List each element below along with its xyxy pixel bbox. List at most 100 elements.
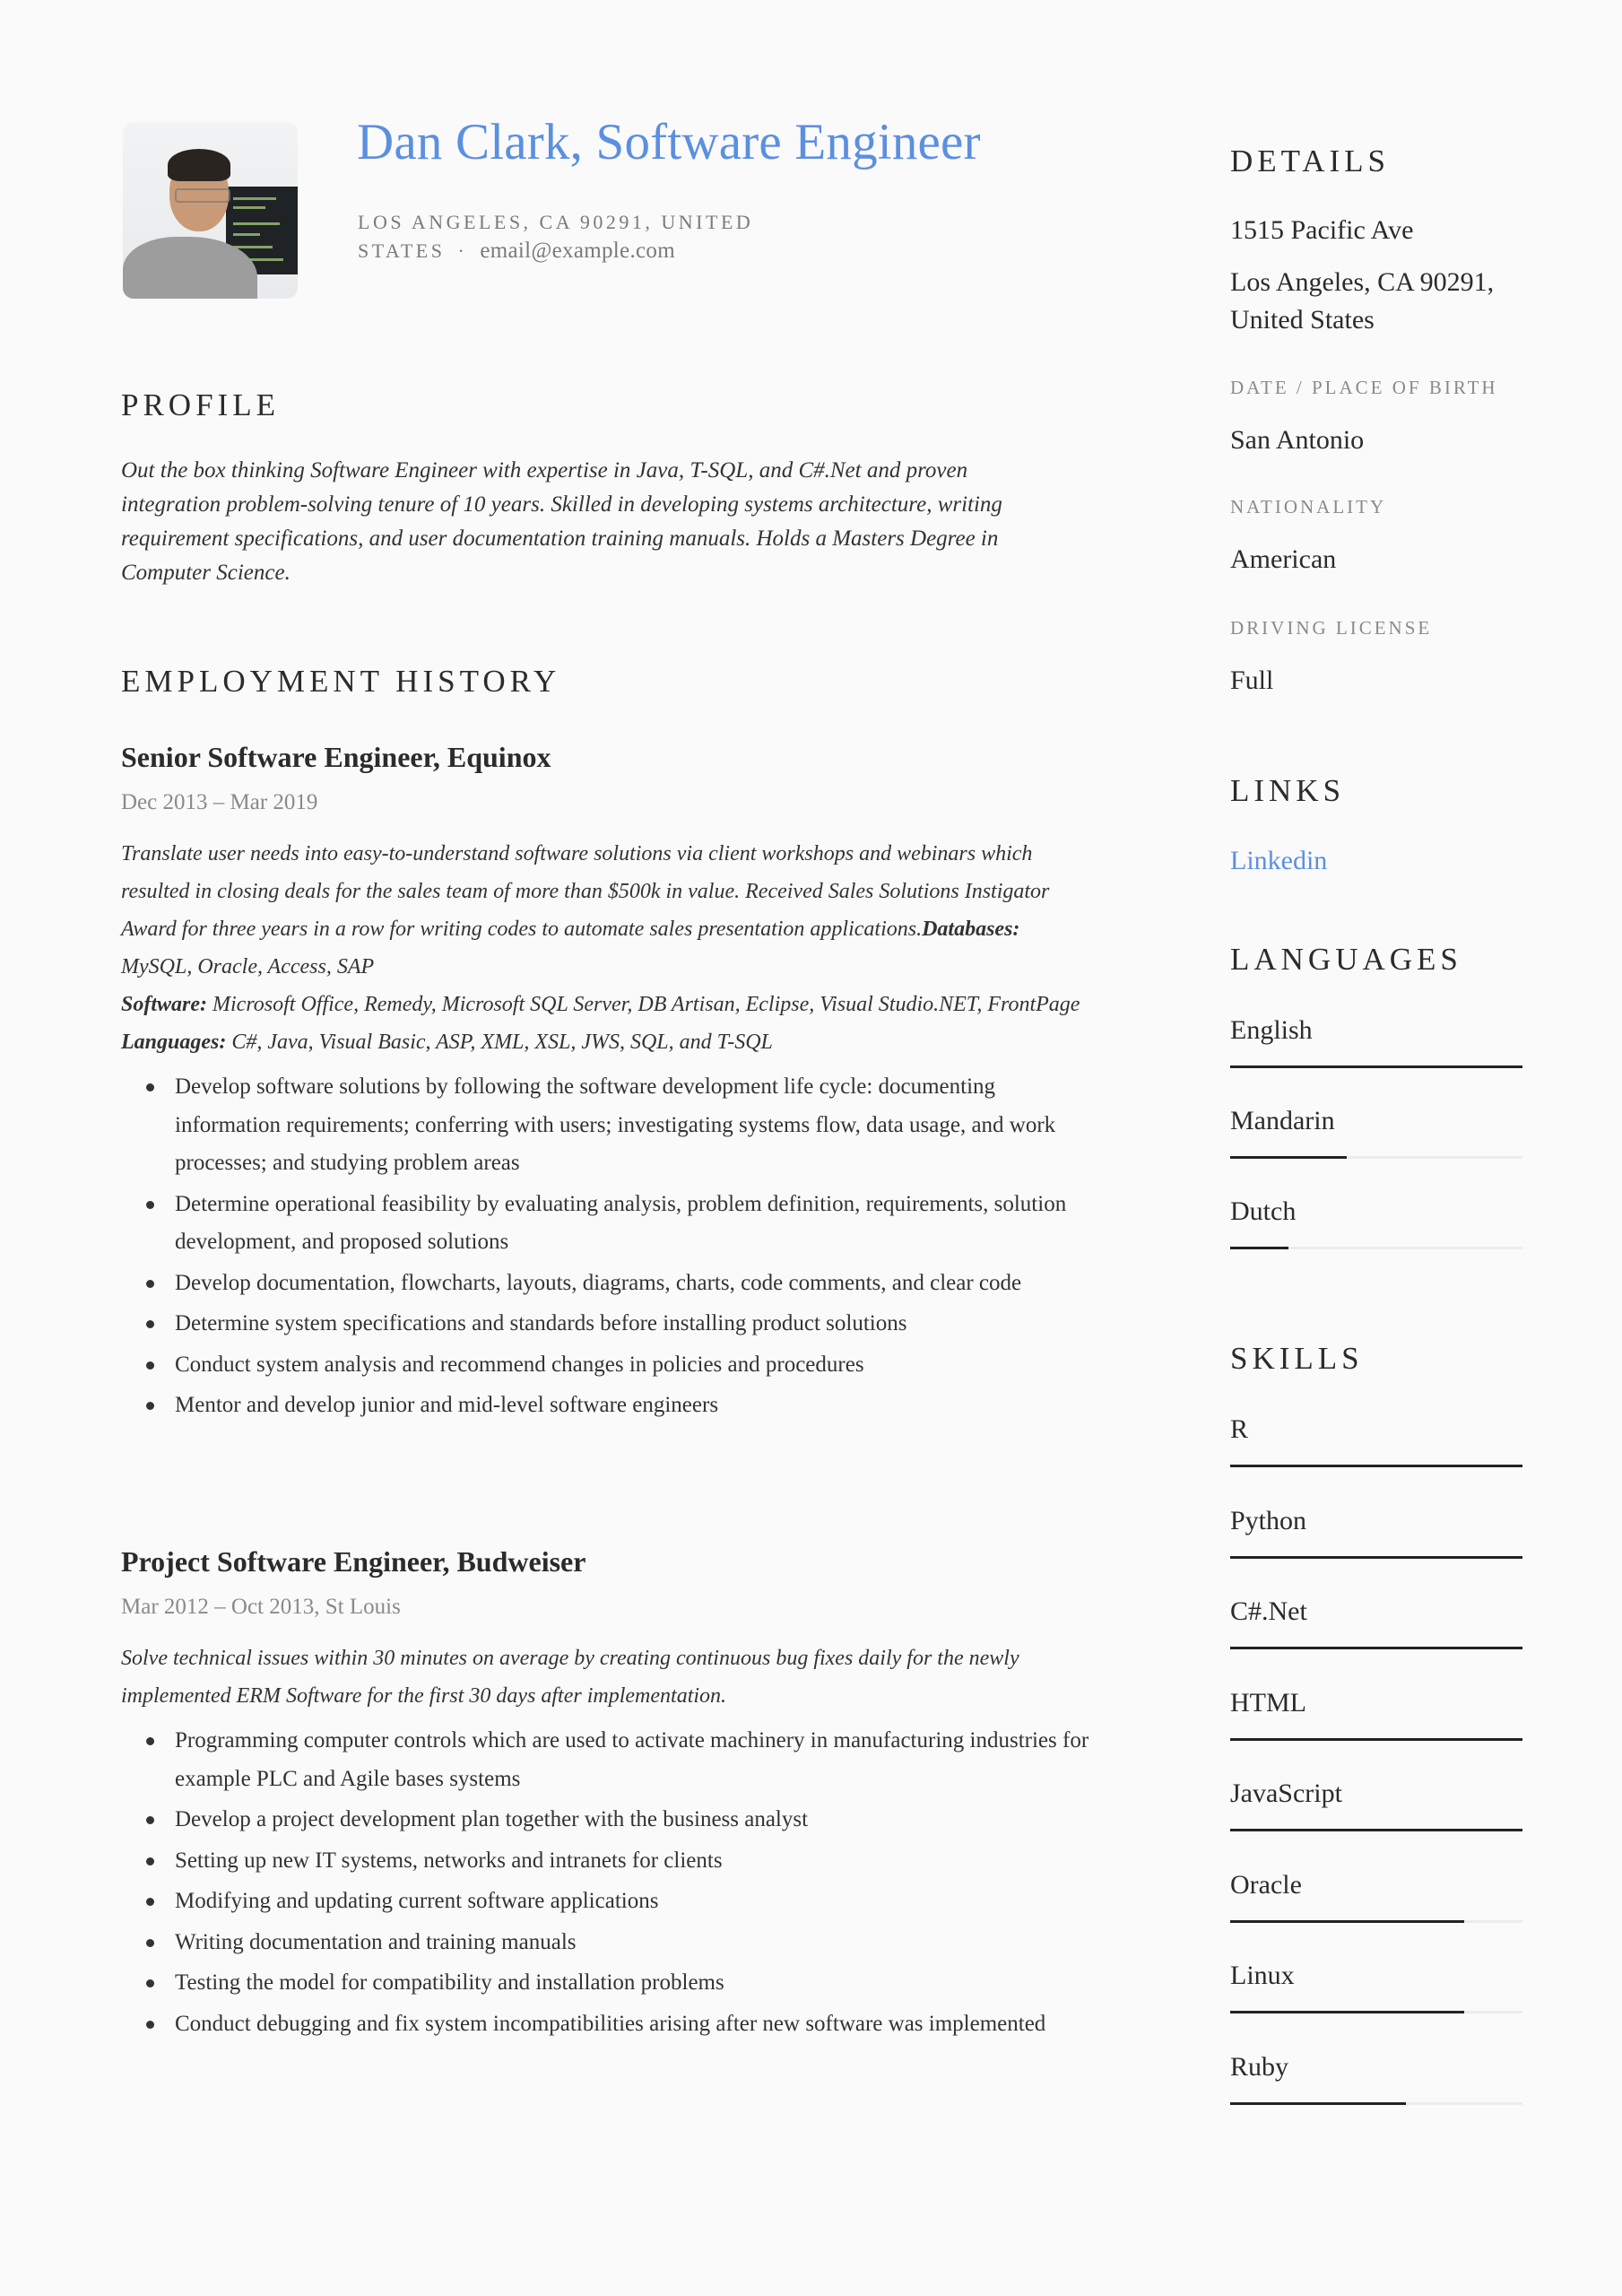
license-value: Full xyxy=(1230,665,1274,695)
skill-item: Oracle xyxy=(1230,1868,1522,1923)
skill-level-bar xyxy=(1230,1737,1522,1741)
skill-level-bar xyxy=(1230,1829,1522,1831)
skill-item: Ruby xyxy=(1230,2050,1522,2105)
skill-level-track xyxy=(1230,1465,1522,1467)
skill-level-bar xyxy=(1230,2011,1464,2013)
skill-level-bar xyxy=(1230,1555,1522,1559)
skill-level-bar xyxy=(1230,1465,1522,1467)
skill-level-bar xyxy=(1230,1647,1522,1649)
job-description: Solve technical issues within 30 minutes… xyxy=(121,1647,1019,1708)
job-bullet-list: Programming computer controls which are … xyxy=(121,1722,1089,2043)
skill-item: Linux xyxy=(1230,1959,1522,2013)
person-glasses xyxy=(175,188,230,203)
details-street: 1515 Pacific Ave xyxy=(1230,215,1414,245)
language-name: Dutch xyxy=(1230,1196,1297,1226)
list-item: Conduct debugging and fix system incompa… xyxy=(146,2005,1089,2044)
list-item: Develop software solutions by following … xyxy=(146,1068,1089,1183)
skill-level-track xyxy=(1230,2011,1522,2013)
email-link[interactable]: email@example.com xyxy=(480,239,675,263)
page-title: Dan Clark, Software Engineer xyxy=(357,114,981,170)
job-title: Project Software Engineer, Budweiser xyxy=(121,1545,586,1578)
birth-label: DATE / PLACE OF BIRTH xyxy=(1230,377,1498,398)
language-item: Dutch xyxy=(1230,1195,1522,1249)
job-title: Senior Software Engineer, Equinox xyxy=(121,741,551,773)
list-item: Develop documentation, flowcharts, layou… xyxy=(146,1265,1089,1303)
databases-label: Databases: xyxy=(922,918,1020,941)
language-level-bar xyxy=(1230,1065,1522,1068)
job-entry: Project Software Engineer, Budweiser Mar… xyxy=(121,1545,1089,2046)
address-line-2-row: STATES · email@example.com xyxy=(358,237,806,265)
language-level-track xyxy=(1230,1156,1522,1159)
list-item: Programming computer controls which are … xyxy=(146,1722,1089,1798)
skill-name: JavaScript xyxy=(1230,1779,1342,1808)
skill-name: R xyxy=(1230,1414,1249,1444)
list-item: Conduct system analysis and recommend ch… xyxy=(146,1346,1089,1385)
language-name: English xyxy=(1230,1015,1313,1045)
language-level-bar xyxy=(1230,1247,1289,1249)
list-item: Determine operational feasibility by eva… xyxy=(146,1186,1089,1262)
list-item: Testing the model for compatibility and … xyxy=(146,1964,1089,2003)
skill-level-bar xyxy=(1230,2101,1406,2105)
job-dates: Dec 2013 – Mar 2019 xyxy=(121,790,318,814)
nationality-label: NATIONALITY xyxy=(1230,496,1387,517)
language-item: English xyxy=(1230,1013,1522,1068)
skill-level-track xyxy=(1230,1919,1522,1923)
birth-value: San Antonio xyxy=(1230,425,1365,455)
skill-name: Python xyxy=(1230,1505,1307,1535)
skill-level-bar xyxy=(1230,1919,1464,1923)
skill-level-track xyxy=(1230,1647,1522,1649)
list-item: Setting up new IT systems, networks and … xyxy=(146,1842,1089,1881)
skill-item: HTML xyxy=(1230,1686,1522,1741)
job-bullet-list: Develop software solutions by following … xyxy=(121,1068,1089,1425)
links-heading: LINKS xyxy=(1230,773,1346,808)
databases-value: MySQL, Oracle, Access, SAP xyxy=(121,955,375,978)
skill-level-track xyxy=(1230,1829,1522,1831)
list-item: Develop a project development plan toget… xyxy=(146,1801,1089,1839)
skill-item: C#.Net xyxy=(1230,1595,1522,1649)
license-label: DRIVING LICENSE xyxy=(1230,617,1433,639)
profile-summary: Out the box thinking Software Engineer w… xyxy=(121,458,1002,585)
job-entry: Senior Software Engineer, Equinox Dec 20… xyxy=(121,741,1089,1428)
person-hair xyxy=(168,149,230,181)
language-level-track xyxy=(1230,1065,1522,1068)
list-item: Mentor and develop junior and mid-level … xyxy=(146,1387,1089,1425)
languages-label: Languages: xyxy=(121,1031,227,1054)
software-value: Microsoft Office, Remedy, Microsoft SQL … xyxy=(213,993,1080,1016)
list-item: Modifying and updating current software … xyxy=(146,1883,1089,1921)
job-dates: Mar 2012 – Oct 2013, St Louis xyxy=(121,1595,401,1619)
skill-item: JavaScript xyxy=(1230,1777,1522,1831)
list-item: Writing documentation and training manua… xyxy=(146,1924,1089,1962)
details-heading: DETAILS xyxy=(1230,144,1391,178)
languages-heading: LANGUAGES xyxy=(1230,942,1462,977)
skill-name: C#.Net xyxy=(1230,1596,1307,1626)
skill-name: Oracle xyxy=(1230,1869,1302,1900)
skill-item: R xyxy=(1230,1413,1522,1467)
separator-dot: · xyxy=(457,239,468,262)
details-city: Los Angeles, CA 90291, United States xyxy=(1230,267,1495,335)
skill-name: Linux xyxy=(1230,1961,1295,1990)
address-line-1: LOS ANGELES, CA 90291, UNITED xyxy=(358,211,754,233)
skills-heading: SKILLS xyxy=(1230,1341,1364,1376)
profile-photo xyxy=(123,122,298,299)
nationality-value: American xyxy=(1230,544,1337,574)
profile-heading: PROFILE xyxy=(121,387,280,422)
job-description: Translate user needs into easy-to-unders… xyxy=(121,835,1085,1061)
languages-value: C#, Java, Visual Basic, ASP, XML, XSL, J… xyxy=(231,1031,773,1054)
language-item: Mandarin xyxy=(1230,1104,1522,1159)
contact-info: LOS ANGELES, CA 90291, UNITED STATES · ema… xyxy=(358,208,806,265)
linkedin-link[interactable]: Linkedin xyxy=(1230,846,1522,876)
skill-level-track xyxy=(1230,1555,1522,1559)
skills-list: R Python C#.Net HTML JavaScript Oracle Linux Ru… xyxy=(1230,1413,1522,2130)
employment-heading: EMPLOYMENT HISTORY xyxy=(121,664,561,699)
skill-level-track xyxy=(1230,1737,1522,1741)
language-level-bar xyxy=(1230,1156,1348,1159)
job-description-text: Translate user needs into easy-to-unders… xyxy=(121,842,1050,941)
software-label: Software: xyxy=(121,993,207,1016)
language-name: Mandarin xyxy=(1230,1106,1335,1135)
list-item: Determine system specifications and stan… xyxy=(146,1305,1089,1344)
skill-level-track xyxy=(1230,2101,1522,2105)
languages-list: English Mandarin Dutch xyxy=(1230,1013,1522,1283)
skill-name: Ruby xyxy=(1230,2051,1289,2082)
address-line-2: STATES xyxy=(358,239,446,262)
skill-item: Python xyxy=(1230,1504,1522,1559)
